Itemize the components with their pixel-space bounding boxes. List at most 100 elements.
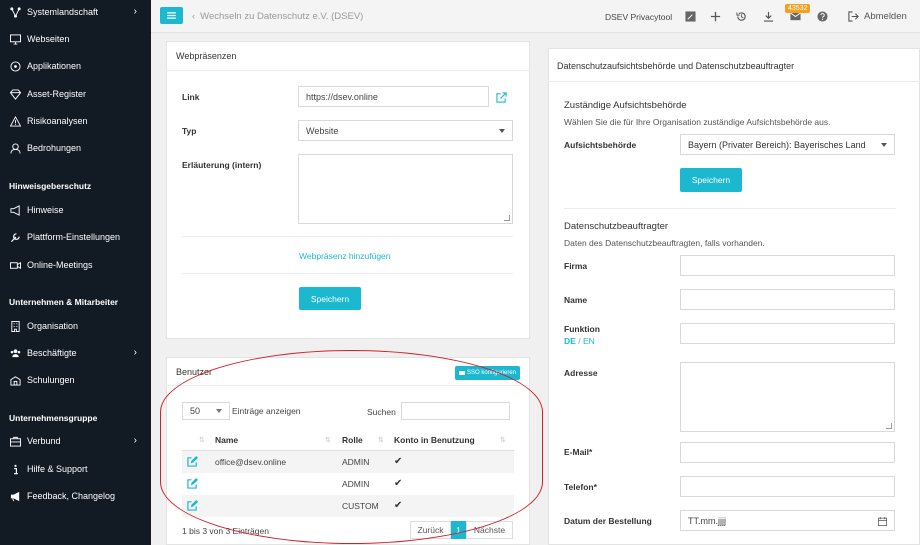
resize-handle-icon[interactable]: [886, 423, 892, 429]
lang-separator: /: [578, 336, 581, 346]
authority-select[interactable]: Bayern (Privater Bereich): Bayerisches L…: [680, 134, 895, 155]
megaphone-icon: [9, 204, 21, 216]
funktion-input[interactable]: [680, 323, 895, 344]
school-icon: [9, 374, 21, 386]
table-row[interactable]: ADMIN ✔: [182, 473, 514, 495]
video-icon: [9, 259, 21, 271]
search-input[interactable]: [401, 402, 510, 420]
sidebar-item-label: Organisation: [27, 321, 79, 331]
sidebar-item-bedrohungen[interactable]: Bedrohungen: [0, 136, 151, 160]
sort-icon[interactable]: ⇅: [325, 436, 331, 444]
sidebar-item-risikoanalysen[interactable]: Risikoanalysen: [0, 109, 151, 133]
sort-icon[interactable]: ⇅: [199, 436, 205, 444]
sidebar-item-hinweise[interactable]: Hinweise: [0, 198, 151, 222]
page-size-select[interactable]: 50: [182, 402, 230, 420]
cell-rolle: CUSTOM: [342, 501, 379, 511]
section-divider: [564, 208, 896, 209]
caret-down-icon: [499, 128, 505, 133]
hamburger-icon: [167, 12, 176, 19]
firma-input[interactable]: [680, 255, 895, 276]
erlaeuterung-textarea[interactable]: [298, 154, 513, 224]
column-header-rolle[interactable]: Rolle: [342, 435, 363, 445]
id-card-icon: [458, 371, 465, 375]
datum-input[interactable]: TT.mm.jjjj: [680, 510, 895, 531]
sidebar-item-webseiten[interactable]: Webseiten: [0, 27, 151, 51]
lang-en-link[interactable]: EN: [583, 336, 595, 346]
column-header-konto[interactable]: Konto in Benutzung: [394, 435, 475, 445]
sidebar-item-verbund[interactable]: Verbund ›: [0, 429, 151, 453]
table-row[interactable]: CUSTOM ✔: [182, 495, 514, 517]
sidebar-item-beschaeftigte[interactable]: Beschäftigte ›: [0, 341, 151, 365]
sort-icon[interactable]: ⇅: [378, 436, 384, 444]
name-input[interactable]: [680, 289, 895, 310]
compass-icon: [9, 60, 21, 72]
email-input[interactable]: [680, 442, 895, 463]
sidebar-item-online-meetings[interactable]: Online-Meetings: [0, 253, 151, 277]
cell-rolle: ADMIN: [342, 457, 370, 467]
resize-handle-icon[interactable]: [504, 215, 510, 221]
panel-divider: [548, 81, 920, 82]
lang-de-link[interactable]: DE: [564, 336, 576, 346]
sidebar-item-label: Webseiten: [27, 34, 70, 44]
edit-square-icon[interactable]: [684, 10, 696, 22]
breadcrumb[interactable]: ‹ Wechseln zu Datenschutz e.V. (DSEV): [192, 11, 363, 22]
telefon-input[interactable]: [680, 476, 895, 497]
datum-placeholder: TT.mm.jjjj: [688, 515, 726, 526]
external-link-icon[interactable]: [495, 91, 507, 103]
sidebar-section-unternehmensgruppe: Unternehmensgruppe: [9, 413, 98, 423]
add-webpraesenz-link[interactable]: Webpräsenz hinzufügen: [299, 251, 391, 261]
webpraesenzen-title: Webpräsenzen: [176, 51, 237, 61]
breadcrumb-text: Wechseln zu Datenschutz e.V. (DSEV): [200, 11, 364, 22]
sidebar-item-feedback-changelog[interactable]: Feedback, Changelog: [0, 484, 151, 508]
benutzer-title: Benutzer: [176, 367, 213, 377]
sidebar-item-plattform-einstellungen[interactable]: Plattform-Einstellungen: [0, 225, 151, 249]
logout-icon: [848, 11, 859, 22]
erlaeuterung-label: Erläuterung (intern): [182, 160, 262, 170]
plus-icon[interactable]: [709, 10, 721, 22]
adresse-label: Adresse: [564, 368, 598, 378]
sidebar-item-asset-register[interactable]: Asset-Register: [0, 82, 151, 106]
sidebar-item-hilfe-support[interactable]: Hilfe & Support: [0, 457, 151, 481]
sidebar-item-schulungen[interactable]: Schulungen: [0, 368, 151, 392]
sidebar-item-systemlandschaft[interactable]: Systemlandschaft ›: [0, 0, 151, 24]
column-header-name[interactable]: Name: [215, 435, 238, 445]
authority-heading: Zuständige Aufsichtsbehörde: [564, 100, 687, 111]
authority-label: Aufsichtsbehörde: [564, 140, 637, 150]
authority-save-button[interactable]: Speichern: [680, 168, 742, 192]
firma-label: Firma: [564, 261, 588, 271]
sidebar-section-hinweisgeberschutz: Hinweisgeberschutz: [9, 181, 92, 191]
webpraesenzen-save-button[interactable]: Speichern: [299, 287, 361, 310]
sidebar-item-applikationen[interactable]: Applikationen: [0, 54, 151, 78]
history-icon[interactable]: [735, 10, 747, 22]
check-icon: ✔: [394, 478, 403, 489]
table-row[interactable]: office@dsev.online ADMIN ✔: [182, 451, 514, 473]
sidebar-item-label: Verbund: [27, 436, 61, 446]
adresse-textarea[interactable]: [680, 362, 895, 432]
check-icon: ✔: [394, 500, 403, 511]
link-input[interactable]: https://dsev.online: [298, 86, 489, 107]
pagination-prev-button[interactable]: Zurück: [410, 521, 451, 539]
logout-button[interactable]: Abmelden: [848, 11, 907, 22]
calendar-icon[interactable]: [878, 517, 887, 526]
notification-badge: 43532: [785, 4, 811, 13]
sidebar-item-label: Feedback, Changelog: [27, 491, 116, 501]
pagination-page-1[interactable]: 1: [451, 521, 466, 539]
sso-configure-button[interactable]: SSO konfigurieren: [455, 366, 520, 380]
pagination-next-button[interactable]: Nächste: [466, 521, 513, 539]
sidebar-item-label: Bedrohungen: [27, 143, 82, 153]
link-label: Link: [182, 92, 200, 102]
sidebar-item-organisation[interactable]: Organisation: [0, 314, 151, 338]
edit-icon[interactable]: [187, 500, 198, 511]
sort-icon[interactable]: ⇅: [500, 436, 506, 444]
edit-icon[interactable]: [187, 478, 198, 489]
sidebar-item-label: Beschäftigte: [27, 348, 77, 358]
download-icon[interactable]: [762, 10, 774, 22]
table-info: 1 bis 3 von 3 Einträgen: [182, 526, 269, 536]
help-icon[interactable]: [816, 10, 828, 22]
hamburger-menu-button[interactable]: [160, 7, 183, 24]
typ-select[interactable]: Website: [298, 120, 513, 141]
sidebar-section-unternehmen: Unternehmen & Mitarbeiter: [9, 297, 119, 307]
edit-icon[interactable]: [187, 456, 198, 467]
logout-label: Abmelden: [864, 11, 907, 22]
cell-name: office@dsev.online: [215, 457, 287, 467]
